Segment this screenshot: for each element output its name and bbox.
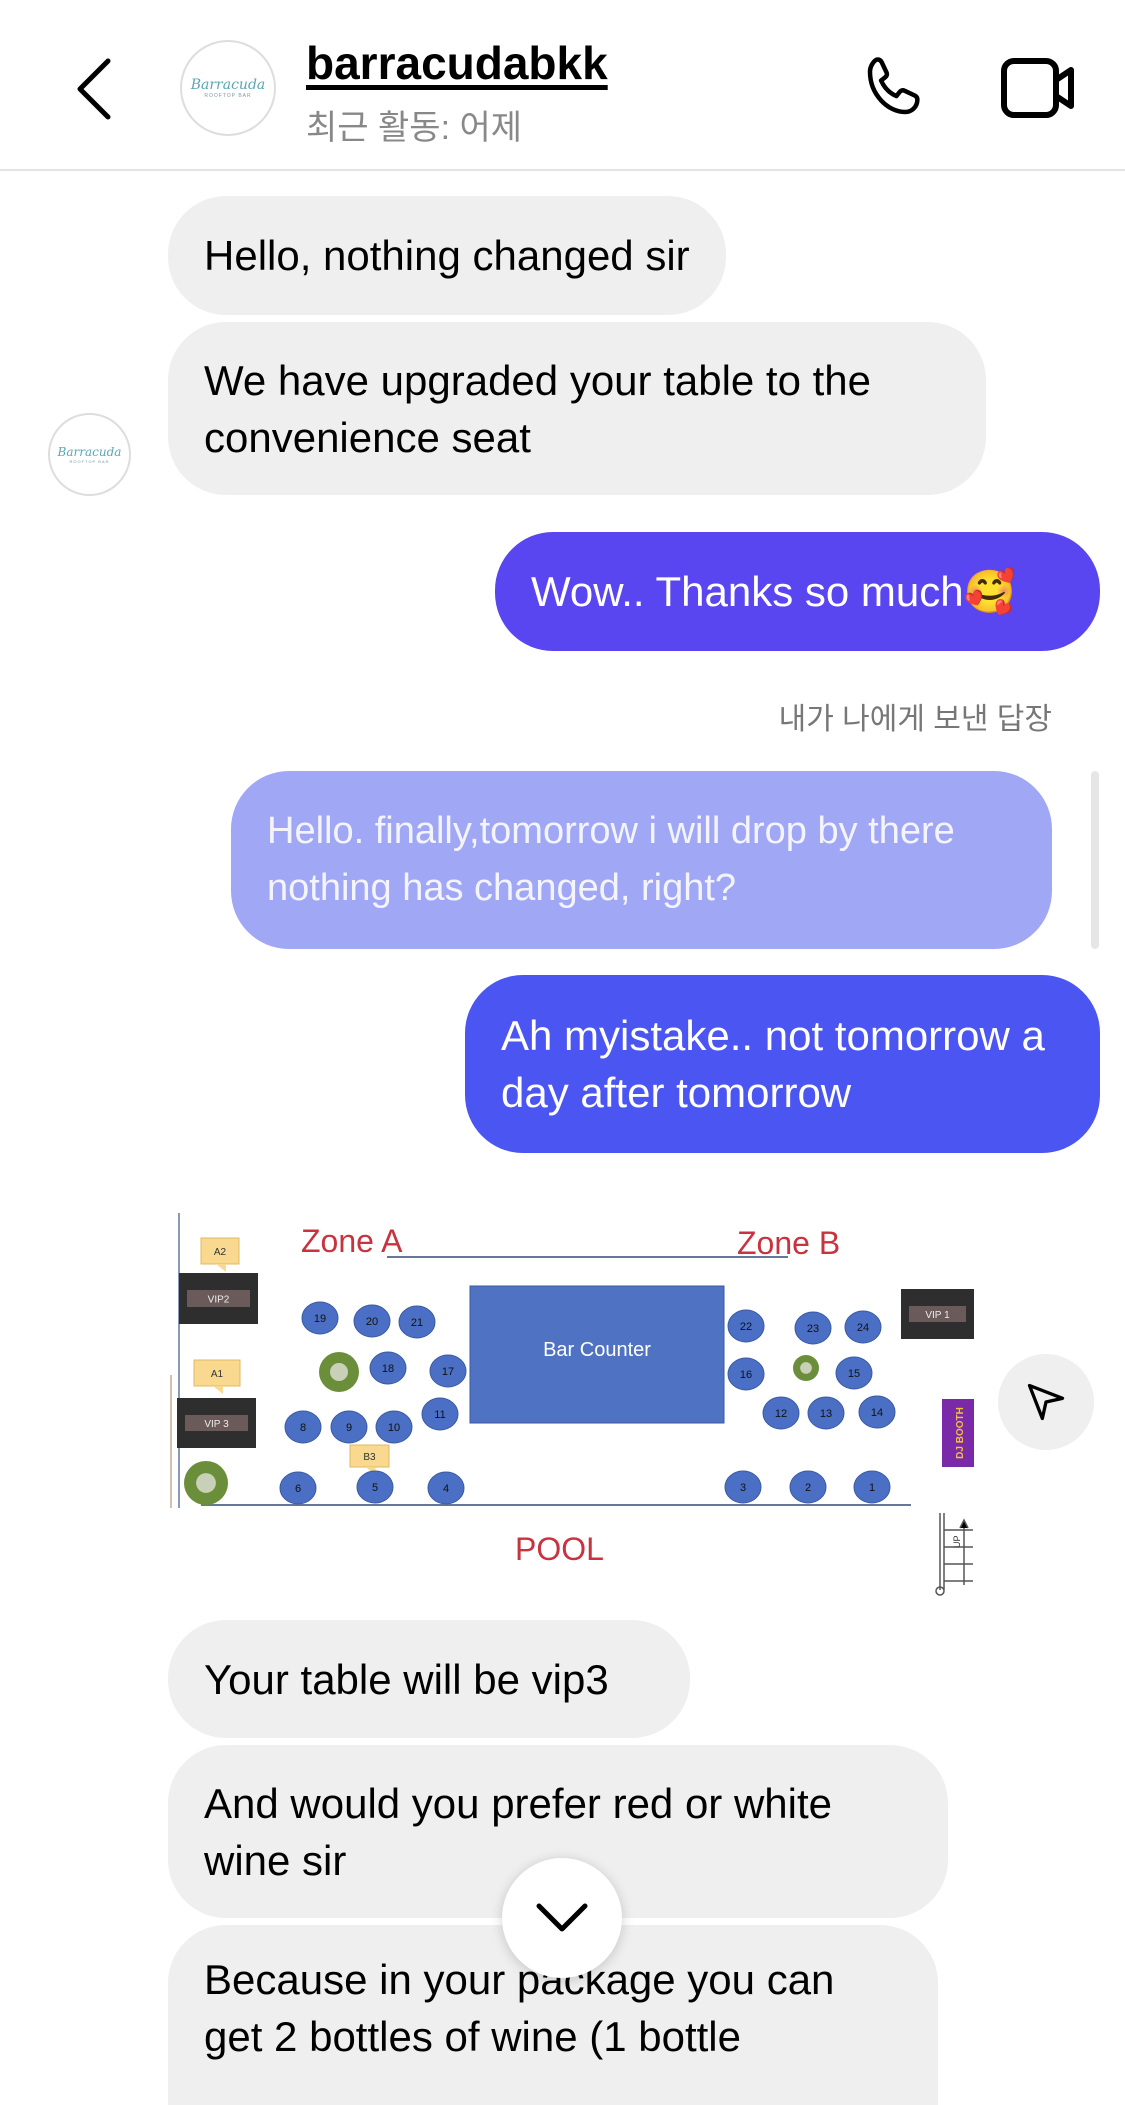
table-number: 21: [411, 1317, 423, 1329]
table-number: 5: [372, 1482, 378, 1494]
table-8: 8: [284, 1410, 322, 1444]
table-number: 4: [443, 1483, 449, 1495]
table-16: 16: [727, 1357, 765, 1391]
table-number: 3: [740, 1482, 746, 1494]
table-4: 4: [427, 1471, 465, 1505]
message-bubble[interactable]: Your table will be vip3: [168, 1620, 690, 1738]
svg-text:B3: B3: [363, 1452, 376, 1463]
plant-icon: [793, 1355, 819, 1381]
message-bubble[interactable]: Hello, nothing changed sir: [168, 196, 726, 315]
floor-plan-image[interactable]: Zone A Zone B Bar Counter VIP2 VIP 3 VIP 1…: [168, 1210, 975, 1598]
table-6: 6: [279, 1471, 317, 1505]
scroll-to-bottom-button[interactable]: [502, 1858, 622, 1978]
table-1: 1: [853, 1470, 891, 1504]
table-13: 13: [807, 1396, 845, 1430]
vip-vip2: VIP2: [179, 1273, 258, 1324]
plant-icon: [184, 1461, 228, 1505]
paper-plane-icon: [1027, 1383, 1065, 1421]
username-link[interactable]: barracudabkk: [306, 36, 608, 90]
reply-label: 내가 나에게 보낸 답장: [778, 703, 1052, 736]
zone-b-label: Zone B: [737, 1225, 840, 1261]
table-10: 10: [375, 1410, 413, 1444]
avatar[interactable]: Barracuda ROOFTOP BAR: [180, 40, 276, 136]
table-15: 15: [835, 1356, 873, 1390]
activity-status: 최근 활동: 어제: [306, 109, 523, 147]
zone-a-label: Zone A: [301, 1223, 403, 1259]
table-number: 11: [434, 1409, 445, 1421]
table-number: 1: [869, 1482, 875, 1494]
table-number: 17: [442, 1366, 454, 1378]
message-bubble[interactable]: Ah myistake.. not tomorrow a day after t…: [465, 975, 1100, 1153]
table-22: 22: [727, 1309, 765, 1343]
table-number: 9: [346, 1422, 352, 1434]
vip-vip1: VIP 1: [901, 1289, 974, 1339]
table-number: 20: [366, 1316, 378, 1328]
svg-text:VIP 3: VIP 3: [204, 1419, 229, 1430]
table-12: 12: [762, 1396, 800, 1430]
table-number: 12: [775, 1408, 787, 1420]
scrollbar[interactable]: [1091, 771, 1099, 949]
share-button[interactable]: [998, 1354, 1094, 1450]
table-21: 21: [398, 1305, 436, 1339]
video-camera-icon[interactable]: [1000, 56, 1076, 120]
table-3: 3: [724, 1470, 762, 1504]
message-bubble[interactable]: Wow.. Thanks so much🥰: [495, 532, 1100, 651]
message-bubble[interactable]: We have upgraded your table to the conve…: [168, 322, 986, 495]
svg-text:A1: A1: [211, 1369, 224, 1380]
phone-icon[interactable]: [858, 52, 930, 124]
table-19: 19: [301, 1301, 339, 1335]
table-number: 16: [740, 1369, 752, 1381]
table-number: 23: [807, 1323, 819, 1335]
table-2: 2: [789, 1470, 827, 1504]
dj-booth-label: DJ BOOTH: [955, 1407, 966, 1459]
table-17: 17: [429, 1354, 467, 1388]
sender-avatar[interactable]: Barracuda ROOFTOP BAR: [48, 413, 131, 496]
table-number: 14: [871, 1407, 883, 1419]
bar-counter-label: Bar Counter: [543, 1339, 651, 1361]
svg-text:VIP 1: VIP 1: [925, 1310, 950, 1321]
table-9: 9: [330, 1410, 368, 1444]
stairs-up-label: UP: [952, 1535, 962, 1548]
table-24: 24: [844, 1310, 882, 1344]
table-number: 18: [382, 1363, 394, 1375]
table-number: 2: [805, 1482, 811, 1494]
table-number: 8: [300, 1422, 306, 1434]
table-14: 14: [858, 1395, 896, 1429]
table-23: 23: [794, 1311, 832, 1345]
chat-header: Barracuda ROOFTOP BAR barracudabkk 최근 활동…: [0, 0, 1125, 171]
table-number: 22: [740, 1321, 752, 1333]
pool-label: POOL: [515, 1531, 604, 1567]
plant-icon: [319, 1352, 359, 1392]
chevron-down-icon: [536, 1903, 588, 1932]
table-5: 5: [356, 1470, 394, 1504]
table-18: 18: [369, 1351, 407, 1385]
svg-text:VIP2: VIP2: [208, 1295, 230, 1306]
vip-vip3: VIP 3: [177, 1398, 256, 1448]
table-number: 13: [820, 1408, 832, 1420]
chevron-left-icon[interactable]: [74, 58, 114, 120]
table-number: 19: [314, 1313, 326, 1325]
table-number: 24: [857, 1322, 869, 1334]
svg-text:A2: A2: [214, 1247, 227, 1258]
table-20: 20: [353, 1304, 391, 1338]
table-number: 10: [388, 1422, 400, 1434]
table-number: 6: [295, 1483, 301, 1495]
table-number: 15: [848, 1368, 860, 1380]
table-11: 11: [421, 1397, 459, 1431]
replied-message-bubble[interactable]: Hello. finally,tomorrow i will drop by t…: [231, 771, 1052, 949]
